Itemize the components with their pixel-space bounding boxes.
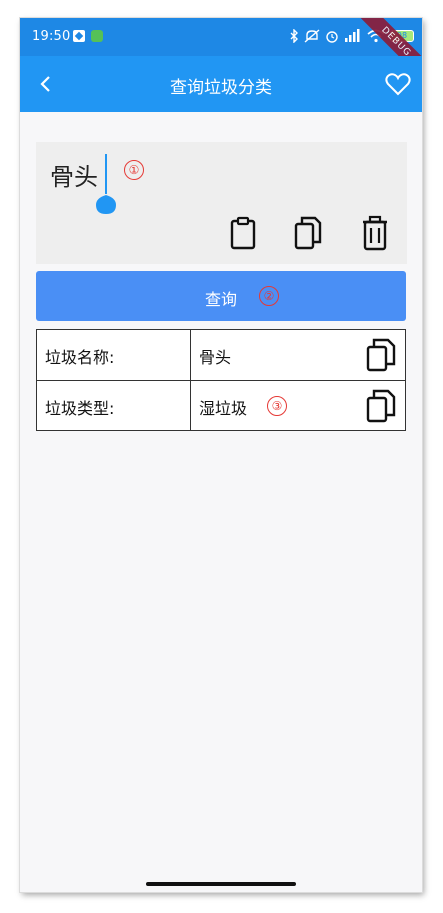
android-app-icon [91,30,103,42]
column-divider [190,381,191,431]
column-divider [190,330,191,380]
annotation-marker-1: ① [124,160,144,180]
garbage-name-label: 垃圾名称: [45,348,115,367]
phone-screen: 19:50 98 DEBUG 查询垃圾分类 骨头 ① 查询 ② 垃圾名称: 骨头… [20,18,422,892]
search-input[interactable]: 骨头 ① [36,142,407,264]
query-button[interactable]: 查询 ② [36,271,406,321]
status-time: 19:50 [32,29,71,44]
signal-icon [345,29,360,42]
table-row: 垃圾名称: 骨头 [37,330,405,381]
home-indicator[interactable] [146,882,296,886]
copy-icon[interactable] [293,215,323,251]
bluetooth-icon [290,29,298,43]
query-button-label: 查询 [204,290,237,309]
table-row: 垃圾类型: 湿垃圾 ③ [37,381,405,431]
alarm-icon [326,31,338,43]
delete-icon[interactable] [360,215,390,251]
text-cursor [105,154,107,194]
status-bar: 19:50 98 DEBUG [20,18,422,91]
copy-icon[interactable] [365,338,397,372]
copy-icon[interactable] [365,389,397,423]
search-input-value[interactable]: 骨头 [50,157,98,192]
cursor-handle-icon[interactable] [95,189,117,215]
garbage-type-value: 湿垃圾 [199,399,248,418]
app-bar: 查询垃圾分类 [20,56,422,112]
annotation-marker-2: ② [259,286,279,306]
annotation-marker-3: ③ [267,396,287,416]
mute-icon [304,29,320,43]
paste-icon[interactable] [228,215,258,251]
navigation-app-icon [73,30,85,42]
heart-icon[interactable] [384,70,412,98]
result-table: 垃圾名称: 骨头 垃圾类型: 湿垃圾 ③ [36,329,406,431]
garbage-name-value: 骨头 [199,348,232,367]
garbage-type-label: 垃圾类型: [45,399,115,418]
page-title: 查询垃圾分类 [170,78,272,98]
